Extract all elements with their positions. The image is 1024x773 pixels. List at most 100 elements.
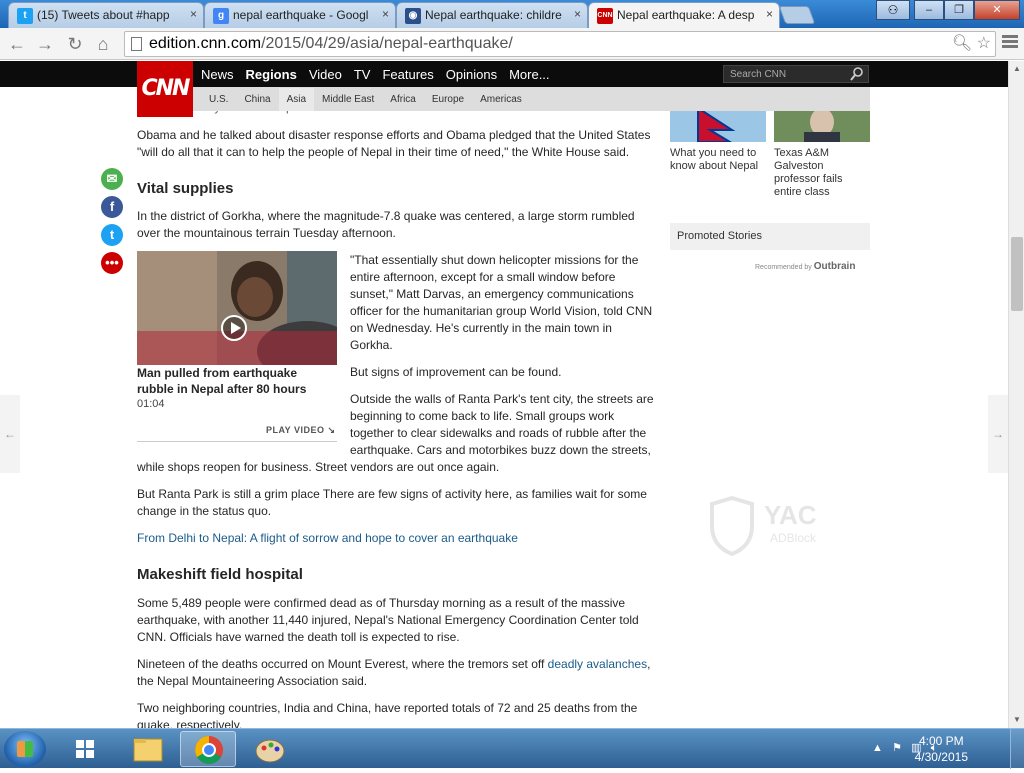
more-share-icon[interactable]: ••• [101, 252, 123, 274]
folder-icon [133, 738, 163, 762]
clock[interactable]: 4:00 PM 4/30/2015 [915, 733, 968, 765]
nav-opinions[interactable]: Opinions [446, 67, 497, 82]
paragraph: while shops reopen for business. Street … [137, 460, 500, 474]
twitter-icon: t [17, 8, 33, 24]
watermark-brand: YAC [764, 500, 817, 530]
paint-icon [255, 739, 285, 763]
facebook-share-icon[interactable]: f [101, 196, 123, 218]
nav-features[interactable]: Features [382, 67, 433, 82]
clock-time: 4:00 PM [918, 734, 964, 748]
address-bar[interactable]: edition.cnn.com/2015/04/29/asia/nepal-ea… [124, 31, 996, 57]
subnav-asia[interactable]: Asia [278, 87, 315, 111]
video-duration: 01:04 [137, 398, 165, 410]
rail-story-link[interactable]: What you need to know about Nepal [670, 147, 762, 173]
close-icon[interactable]: × [766, 7, 773, 21]
section-heading: Makeshift field hospital [137, 566, 303, 583]
adblock-watermark: YAC ADBlock [708, 495, 838, 561]
chrome-taskbar-button[interactable] [180, 731, 236, 767]
cnn-main-nav: News Regions Video TV Features Opinions … [201, 61, 562, 87]
nav-regions[interactable]: Regions [246, 67, 297, 82]
action-center-icon[interactable]: ⚑ [892, 742, 902, 754]
play-video-label: PLAY VIDEO [266, 425, 325, 435]
professor-photo-image [774, 108, 870, 142]
star-icon[interactable]: ☆ [977, 35, 991, 52]
zoom-icon[interactable]: 🔍︎ [952, 35, 972, 52]
scroll-thumb[interactable] [1011, 237, 1023, 311]
windows-taskbar: ▲ ⚑ ▥ 🔈︎ 4:00 PM 4/30/2015 [0, 728, 1024, 769]
news-icon: ◉ [405, 8, 421, 24]
menu-icon[interactable] [1002, 35, 1018, 49]
user-icon[interactable]: ⚇ [876, 0, 910, 20]
scroll-up-icon[interactable]: ▲ [1009, 61, 1024, 77]
related-link[interactable]: From Delhi to Nepal: A flight of sorrow … [137, 531, 518, 545]
search-icon[interactable] [850, 67, 864, 81]
avalanche-link[interactable]: deadly avalanches [548, 657, 647, 671]
twitter-share-icon[interactable]: t [101, 224, 123, 246]
recommended-by[interactable]: Recommended by Outbrain [755, 261, 855, 272]
close-icon[interactable]: × [574, 7, 581, 21]
scroll-down-icon[interactable]: ▼ [1009, 712, 1024, 728]
paragraph: Two neighboring countries, India and Chi… [137, 701, 638, 728]
page-scrollbar[interactable]: ▲ ▼ [1008, 61, 1024, 728]
yac-logo-icon: YAC ADBlock [710, 495, 817, 557]
section-heading: Vital supplies [137, 180, 234, 197]
reload-icon[interactable]: ↻ [64, 33, 86, 55]
subnav-europe[interactable]: Europe [424, 88, 472, 111]
show-desktop-button[interactable] [1010, 729, 1024, 769]
paragraph: Some 5,489 people were confirmed dead as… [137, 596, 639, 644]
nepal-flag-image [670, 108, 766, 142]
back-icon[interactable]: ← [6, 33, 28, 55]
paragraph: Obama and he talked about disaster respo… [137, 128, 651, 159]
browser-toolbar: ← → ↻ ⌂ edition.cnn.com/2015/04/29/asia/… [0, 28, 1024, 60]
email-share-icon[interactable]: ✉ [101, 168, 123, 190]
story-image[interactable] [670, 108, 766, 142]
subnav-americas[interactable]: Americas [472, 88, 530, 111]
subnav-us[interactable]: U.S. [201, 88, 236, 111]
nav-tv[interactable]: TV [354, 67, 371, 82]
tab-title: Nepal earthquake: A desp [617, 8, 755, 22]
close-window-button[interactable]: ✕ [974, 0, 1020, 20]
tab-google[interactable]: g nepal earthquake - Googl × [204, 2, 396, 28]
story-image[interactable] [774, 108, 870, 142]
prev-arrow-icon[interactable]: ← [0, 395, 20, 473]
nav-news[interactable]: News [201, 67, 234, 82]
video-thumbnail[interactable] [137, 251, 337, 365]
next-arrow-icon[interactable]: → [988, 395, 1008, 473]
home-icon[interactable]: ⌂ [92, 33, 114, 55]
restore-button[interactable]: ❐ [944, 0, 974, 20]
omnibox-icons: 🔍︎ ☆ [952, 32, 991, 56]
minimize-button[interactable]: – [914, 0, 944, 20]
paint-taskbar-button[interactable] [242, 731, 298, 767]
show-hidden-icons[interactable]: ▲ [872, 742, 883, 754]
paragraph: Outside the walls of Ranta Park's tent c… [350, 392, 654, 457]
rail-story-link[interactable]: Texas A&M Galveston professor fails enti… [774, 147, 870, 199]
new-tab-button[interactable] [778, 6, 816, 24]
subnav-china[interactable]: China [236, 88, 278, 111]
close-icon[interactable]: × [382, 7, 389, 21]
nav-video[interactable]: Video [309, 67, 342, 82]
start-button[interactable] [4, 731, 46, 767]
windows-logo-icon [76, 740, 94, 758]
explorer-icon[interactable] [120, 731, 176, 767]
tab-twitter[interactable]: t (15) Tweets about #happ × [8, 2, 204, 28]
forward-icon[interactable]: → [34, 33, 56, 55]
google-icon: g [213, 8, 229, 24]
chrome-icon [195, 736, 223, 764]
url-path: /2015/04/29/asia/nepal-earthquake/ [261, 35, 513, 52]
subnav-middle-east[interactable]: Middle East [314, 88, 382, 111]
close-icon[interactable]: × [190, 7, 197, 21]
search-input[interactable]: Search CNN [723, 65, 869, 83]
windows-flag-icon[interactable] [58, 731, 114, 767]
window-controls: ⚇ – ❐ ✕ [876, 0, 1020, 20]
subnav-africa[interactable]: Africa [382, 88, 424, 111]
tab-strip: t (15) Tweets about #happ × g nepal eart… [0, 0, 1024, 28]
tab-cnn[interactable]: CNN Nepal earthquake: A desp × [588, 2, 780, 28]
play-icon[interactable] [221, 315, 247, 341]
tab-news[interactable]: ◉ Nepal earthquake: childre × [396, 2, 588, 28]
nav-more[interactable]: More... [509, 67, 549, 82]
clock-date: 4/30/2015 [914, 750, 968, 764]
cnn-logo[interactable]: CNN [137, 61, 193, 117]
tab-title: Nepal earthquake: childre [425, 8, 562, 22]
video-caption[interactable]: Man pulled from earthquake rubble in Nep… [137, 365, 337, 397]
play-video-button[interactable]: PLAY VIDEO ↘ [266, 425, 336, 436]
